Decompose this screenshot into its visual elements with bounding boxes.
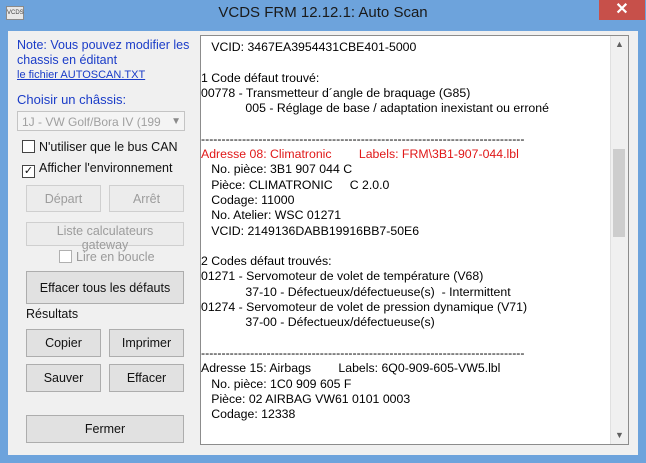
print-button[interactable]: Imprimer [109, 329, 184, 357]
report-line: Codage: 12338 [201, 407, 296, 422]
report-line [201, 55, 609, 70]
report-line: No. pièce: 1C0 909 605 F [201, 376, 352, 391]
note-text: Note: Vous pouvez modifier les chassis e… [17, 38, 190, 67]
checkbox-box[interactable] [22, 140, 35, 153]
show-environment-label: Afficher l'environnement [39, 161, 173, 175]
start-button[interactable]: Départ [26, 185, 101, 212]
autoscan-file-link[interactable]: le fichier AUTOSCAN.TXT [17, 69, 145, 81]
chassis-select[interactable]: 1J - VW Golf/Bora IV (199 ▼ [17, 111, 185, 131]
report-line: Pièce: 02 AIRBAG VW61 0101 0003 [201, 391, 411, 406]
report-line: Codage: 11000 [201, 192, 295, 207]
results-label: Résultats [26, 307, 79, 321]
report-line: Pièce: CLIMATRONIC C 2.0.0 [201, 177, 390, 192]
title-bar[interactable]: VCDS VCDS FRM 12.12.1: Auto Scan ✕ [0, 0, 646, 26]
app-window: VCDS VCDS FRM 12.12.1: Auto Scan ✕ Note:… [0, 0, 646, 463]
checkmark-icon[interactable]: ✓ [22, 165, 35, 178]
scroll-up-icon[interactable]: ▲ [611, 36, 628, 53]
loop-read-checkbox[interactable]: Lire en boucle [59, 250, 155, 264]
can-only-checkbox[interactable]: N'utiliser que le bus CAN [22, 140, 178, 154]
chassis-select-value: 1J - VW Golf/Bora IV (199 [22, 115, 161, 129]
report-line: 37-10 - Défectueux/défectueuse(s) - Inte… [201, 284, 511, 299]
loop-read-label: Lire en boucle [76, 250, 155, 264]
report-line: 00778 - Transmetteur d´angle de braquage… [201, 85, 471, 100]
scroll-down-icon[interactable]: ▼ [611, 427, 628, 444]
report-line: ----------------------------------------… [201, 131, 525, 146]
report-line: 37-00 - Défectueux/défectueuse(s) [201, 315, 435, 330]
report-line: Adresse 15: Airbags Labels: 6Q0-909-605-… [201, 361, 501, 376]
close-button[interactable]: Fermer [26, 415, 184, 443]
report-line: No. pièce: 3B1 907 044 C [201, 162, 353, 177]
can-only-label: N'utiliser que le bus CAN [39, 140, 178, 154]
scrollbar-thumb[interactable] [613, 149, 625, 237]
erase-button[interactable]: Effacer [109, 364, 184, 392]
window-title: VCDS FRM 12.12.1: Auto Scan [218, 4, 428, 21]
report-line: Adresse 08: Climatronic Labels: FRM\3B1-… [201, 147, 519, 162]
report-line: VCID: 3467EA3954431CBE401-5000 [201, 40, 417, 54]
chevron-down-icon: ▼ [171, 116, 181, 127]
client-area: Note: Vous pouvez modifier les chassis e… [8, 31, 638, 455]
vertical-scrollbar[interactable]: ▲ ▼ [610, 36, 628, 444]
save-button[interactable]: Sauver [26, 364, 101, 392]
report-line: 2 Codes défaut trouvés: [201, 254, 332, 269]
report-line [201, 239, 609, 254]
scan-report-text: VCID: 3467EA3954431CBE401-5000 1 Code déf… [201, 40, 609, 422]
report-line: ----------------------------------------… [201, 345, 525, 360]
report-line: 005 - Réglage de base / adaptation inexi… [201, 101, 549, 116]
chassis-label: Choisir un châssis: [17, 92, 127, 107]
report-line [201, 116, 609, 131]
checkbox-box[interactable] [59, 250, 72, 263]
close-window-button[interactable]: ✕ [599, 0, 645, 20]
copy-button[interactable]: Copier [26, 329, 101, 357]
show-environment-checkbox[interactable]: ✓ Afficher l'environnement [22, 161, 172, 178]
report-line: 01271 - Servomoteur de volet de températ… [201, 269, 484, 284]
report-line: VCID: 2149136DABB19916BB7-50E6 [201, 223, 420, 238]
report-line: No. Atelier: WSC 01271 [201, 208, 342, 223]
stop-button[interactable]: Arrêt [109, 185, 184, 212]
scan-report-textbox[interactable]: VCID: 3467EA3954431CBE401-5000 1 Code déf… [200, 35, 629, 445]
report-line: 01274 - Servomoteur de volet de pression… [201, 300, 528, 315]
gateway-list-button[interactable]: Liste calculateurs gateway [26, 222, 184, 252]
report-line [201, 331, 609, 346]
clear-all-faults-button[interactable]: Effacer tous les défauts [26, 271, 184, 304]
report-line: 1 Code défaut trouvé: [201, 70, 320, 85]
